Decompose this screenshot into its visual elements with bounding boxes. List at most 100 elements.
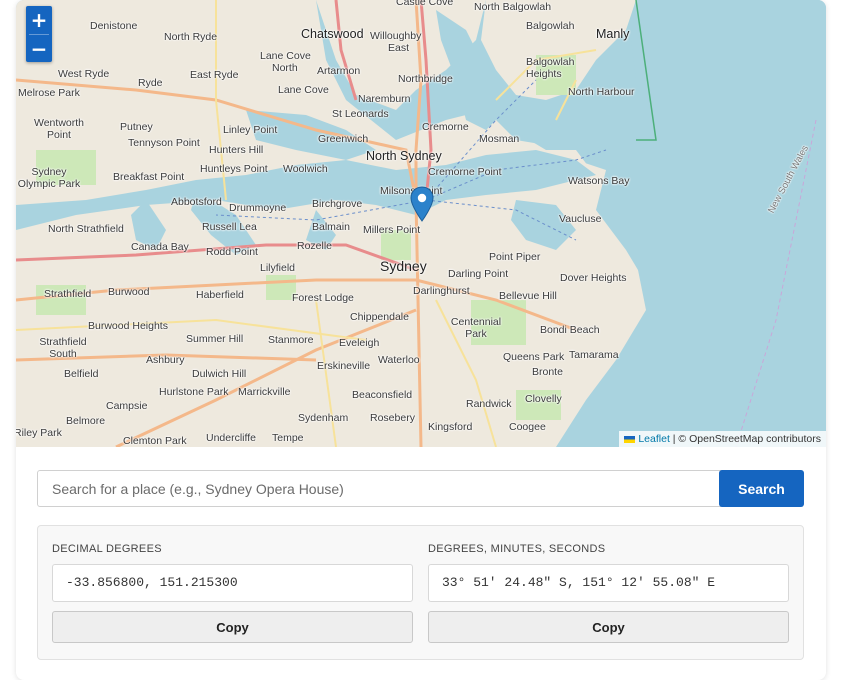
map-label: Breakfast Point <box>113 171 185 183</box>
map-label: Riley Park <box>16 427 62 439</box>
map-label: Russell Lea <box>202 221 257 233</box>
map-pin-icon <box>410 186 434 222</box>
map-label: Rodd Point <box>206 246 258 258</box>
map-label: Cremorne <box>422 121 469 133</box>
map-label: Ashbury <box>146 354 185 366</box>
coordinates-panel: DECIMAL DEGREES -33.856800, 151.215300 C… <box>37 525 804 660</box>
map-label: East Ryde <box>190 69 239 81</box>
map-label: Queens Park <box>503 351 565 363</box>
map-label: Naremburn <box>358 93 411 105</box>
map-label: Erskineville <box>317 360 371 372</box>
map-label: Bronte <box>532 366 563 378</box>
map-label: Balgowlah <box>526 20 575 32</box>
map-label: Eveleigh <box>339 337 380 349</box>
zoom-in-button[interactable]: + <box>26 6 52 34</box>
map-label: West Ryde <box>58 68 110 80</box>
map-attribution: Leaflet | © OpenStreetMap contributors <box>619 431 826 447</box>
map-label: Clemton Park <box>123 435 187 447</box>
map-label: Campsie <box>106 400 148 412</box>
map-label: Northbridge <box>398 73 453 85</box>
map-label: North Sydney <box>366 149 442 163</box>
map-label: Lane Cove <box>278 84 329 96</box>
map-label: Sydney Olympic Park <box>17 166 81 190</box>
zoom-control: + − <box>26 6 52 62</box>
map-label: Lilyfield <box>260 262 296 274</box>
map-label: Mosman <box>479 133 520 145</box>
map-label: Sydenham <box>298 412 349 424</box>
map-label: Woolwich <box>283 163 328 175</box>
map-label: Tennyson Point <box>128 137 200 149</box>
decimal-degrees-label: DECIMAL DEGREES <box>52 543 162 555</box>
map-label: Vaucluse <box>559 213 602 225</box>
map-label: Forest Lodge <box>292 292 354 304</box>
map-label: Strathfield <box>44 288 92 300</box>
dms-label: DEGREES, MINUTES, SECONDS <box>428 543 606 555</box>
map-label: Chatswood <box>301 27 364 41</box>
map-label: Manly <box>596 27 630 41</box>
map-label: Ryde <box>138 77 163 89</box>
map-label: Abbotsford <box>171 196 222 208</box>
ukraine-flag-icon <box>624 436 636 443</box>
map-label: Bellevue Hill <box>499 290 557 302</box>
map-label: Darling Point <box>448 268 509 280</box>
map-view[interactable]: + − Castle Cove North Balgowlah Deniston… <box>16 0 826 447</box>
map-label: North Balgowlah <box>474 1 552 13</box>
map-label: Marrickville <box>238 386 291 398</box>
map-label: St Leonards <box>332 108 389 120</box>
map-label: Denistone <box>90 20 138 32</box>
map-label: Tamarama <box>569 349 619 361</box>
map-label: Huntleys Point <box>200 163 268 175</box>
copy-dms-button[interactable]: Copy <box>428 611 789 643</box>
map-label: Balgowlah Heights <box>526 56 575 80</box>
map-label: Drummoyne <box>229 202 287 214</box>
search-bar: Search <box>37 470 805 507</box>
map-label: Waterloo <box>378 354 420 366</box>
map-label: Strathfield South <box>39 336 87 360</box>
map-label: Castle Cove <box>396 0 454 8</box>
map-label: Centennial Park <box>450 316 502 340</box>
location-marker[interactable] <box>410 186 434 227</box>
zoom-out-button[interactable]: − <box>26 35 52 63</box>
leaflet-link[interactable]: Leaflet <box>638 433 670 445</box>
map-label: Summer Hill <box>186 333 244 345</box>
map-label: Darlinghurst <box>413 285 470 297</box>
attribution-separator: | © <box>669 433 690 445</box>
decimal-degrees-value[interactable]: -33.856800, 151.215300 <box>52 564 413 602</box>
map-label: Belmore <box>66 415 106 427</box>
map-label: Sydney <box>380 258 427 274</box>
map-label: East <box>388 42 410 54</box>
map-label: Greenwich <box>318 133 369 145</box>
map-label: North <box>272 62 298 74</box>
map-label: Rosebery <box>370 412 415 424</box>
dms-value[interactable]: 33° 51' 24.48" S, 151° 12' 55.08" E <box>428 564 789 602</box>
app-card: + − Castle Cove North Balgowlah Deniston… <box>16 0 826 680</box>
map-label: Point Piper <box>489 251 541 263</box>
copy-decimal-button[interactable]: Copy <box>52 611 413 643</box>
osm-link[interactable]: OpenStreetMap contributors <box>689 433 821 445</box>
search-button[interactable]: Search <box>719 470 804 507</box>
map-label: Randwick <box>466 398 512 410</box>
map-label: Stanmore <box>268 334 314 346</box>
search-input[interactable] <box>37 470 739 507</box>
map-label: North Ryde <box>164 31 218 43</box>
map-label: Hunters Hill <box>209 144 264 156</box>
map-label: North Strathfield <box>48 223 124 235</box>
map-label: Linley Point <box>223 124 278 136</box>
map-label: Belfield <box>64 368 99 380</box>
map-label: Dover Heights <box>560 272 627 284</box>
map-label: Bondi Beach <box>540 324 600 336</box>
map-label: Dulwich Hill <box>192 368 247 380</box>
map-label: Artarmon <box>317 65 361 77</box>
map-label: Tempe <box>272 432 304 444</box>
map-label: Coogee <box>509 421 546 433</box>
map-label: Undercliffe <box>206 432 256 444</box>
map-label: Rozelle <box>297 240 333 252</box>
map-label: Canada Bay <box>131 241 189 253</box>
map-label: Cremorne Point <box>428 166 502 178</box>
map-label: Melrose Park <box>18 87 80 99</box>
map-label: Burwood <box>108 286 150 298</box>
map-label: North Harbour <box>568 86 635 98</box>
map-label: Watsons Bay <box>568 175 630 187</box>
map-label: Balmain <box>312 221 350 233</box>
map-label: Putney <box>120 121 153 133</box>
